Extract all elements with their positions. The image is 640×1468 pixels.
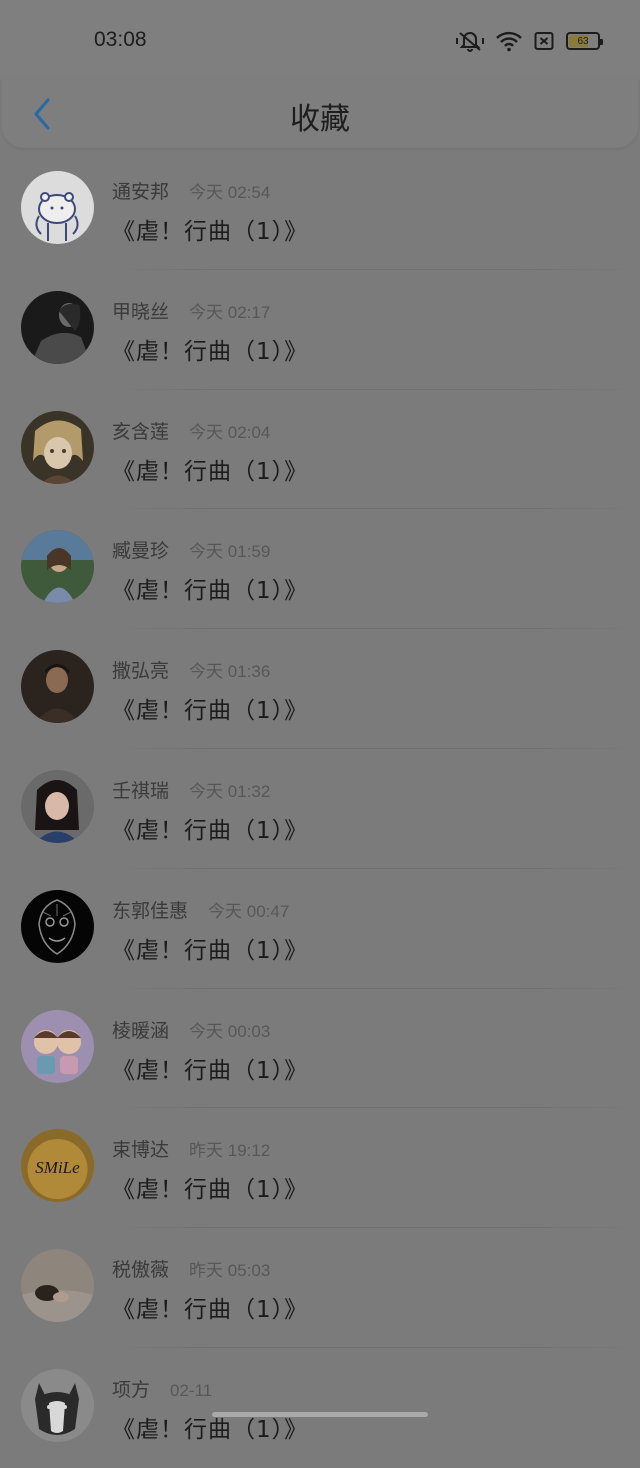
dark-mask-avatar-icon <box>21 889 94 963</box>
anime-character-avatar-icon <box>21 410 94 484</box>
timestamp: 昨天 19:12 <box>189 1141 271 1161</box>
item-title: 《虐！行曲（1）》 <box>112 1177 309 1204</box>
list-item[interactable]: 棱暖涵 今天 00:03 《虐！行曲（1）》 <box>0 989 640 1109</box>
user-name: 棱暖涵 <box>112 1019 170 1042</box>
item-title: 《虐！行曲（1）》 <box>112 219 309 245</box>
no-sim-icon <box>534 31 554 51</box>
list-item[interactable]: 税傲薇 昨天 05:03 《虐！行曲（1）》 <box>0 1228 640 1348</box>
item-meta: 东郭佳惠 今天 00:47 <box>112 896 289 923</box>
timestamp: 02-11 <box>170 1380 213 1400</box>
status-time: 03:08 <box>94 28 147 51</box>
avatar[interactable] <box>21 410 94 484</box>
timestamp: 今天 01:59 <box>189 542 271 562</box>
smile-logo-avatar-icon: SMiLe <box>21 1129 94 1203</box>
timestamp: 今天 00:03 <box>189 1021 271 1041</box>
couple-cartoon-avatar-icon <box>21 1009 94 1083</box>
status-bar: 03:08 63 <box>0 0 640 80</box>
battery-percent: 63 <box>577 35 589 47</box>
item-title: 《虐！行曲（1）》 <box>112 1057 309 1084</box>
girl-photo-avatar-icon <box>21 769 94 843</box>
timestamp: 今天 00:47 <box>208 901 290 921</box>
item-meta: 臧曼珍 今天 01:59 <box>112 536 270 563</box>
timestamp: 今天 02:17 <box>189 302 271 322</box>
page-header: 收藏 <box>2 78 638 148</box>
timestamp: 今天 01:36 <box>189 662 271 682</box>
item-meta: 束博达 昨天 19:12 <box>112 1135 270 1162</box>
user-name: 臧曼珍 <box>112 540 170 563</box>
timestamp: 今天 02:54 <box>189 183 271 202</box>
item-meta: 亥含莲 今天 02:04 <box>112 417 270 444</box>
item-title: 《虐！行曲（1）》 <box>112 698 309 725</box>
user-name: 东郭佳惠 <box>112 899 189 922</box>
list-item[interactable]: 东郭佳惠 今天 00:47 《虐！行曲（1）》 <box>0 869 640 989</box>
list-item[interactable]: 亥含莲 今天 02:04 《虐！行曲（1）》 <box>0 390 640 510</box>
page-title: 收藏 <box>290 102 350 137</box>
user-name: 税傲薇 <box>112 1259 170 1282</box>
avatar[interactable] <box>21 769 94 843</box>
item-title: 《虐！行曲（1）》 <box>112 817 309 844</box>
user-name: 撒弘亮 <box>112 660 170 683</box>
mute-bell-icon <box>456 30 484 52</box>
list-item[interactable]: 甲晓丝 今天 02:17 《虐！行曲（1）》 <box>0 270 640 390</box>
sleeping-photo-avatar-icon <box>21 1249 94 1323</box>
list-item[interactable]: SMiLe 束博达 昨天 19:12 《虐！行曲（1）》 <box>0 1108 640 1229</box>
list-item[interactable]: 通安邦 今天 02:54 《虐！行曲（1）》 <box>0 150 640 270</box>
user-name: 甲晓丝 <box>112 300 170 323</box>
item-meta: 撒弘亮 今天 01:36 <box>112 656 270 683</box>
item-meta: 通安邦 今天 02:54 <box>112 177 270 204</box>
user-name: 通安邦 <box>112 181 170 203</box>
bear-cartoon-avatar-icon <box>21 171 94 244</box>
timestamp: 今天 02:04 <box>189 422 271 442</box>
child-photo-avatar-icon <box>21 530 94 604</box>
timestamp: 昨天 05:03 <box>189 1261 271 1281</box>
item-title: 《虐！行曲（1）》 <box>112 578 309 605</box>
avatar[interactable] <box>21 1249 94 1323</box>
favorites-list: 通安邦 今天 02:54 《虐！行曲（1）》 甲晓丝 今天 02:17 《虐！行… <box>0 150 640 1468</box>
avatar-logo-text: SMiLe <box>35 1158 80 1177</box>
item-title: 《虐！行曲（1）》 <box>112 458 309 485</box>
user-name: 项方 <box>112 1378 151 1401</box>
man-photo-avatar-icon <box>21 650 94 724</box>
avatar[interactable] <box>21 650 94 724</box>
item-meta: 税傲薇 昨天 05:03 <box>112 1255 270 1282</box>
list-item[interactable]: 臧曼珍 今天 01:59 《虐！行曲（1）》 <box>0 509 640 630</box>
user-name: 壬祺瑞 <box>112 779 170 802</box>
item-meta: 甲晓丝 今天 02:17 <box>112 297 270 324</box>
user-name: 束博达 <box>112 1139 170 1162</box>
item-title: 《虐！行曲（1）》 <box>112 338 309 365</box>
home-indicator[interactable] <box>212 1412 428 1417</box>
list-item[interactable]: 撒弘亮 今天 01:36 《虐！行曲（1）》 <box>0 629 640 749</box>
timestamp: 今天 01:32 <box>189 781 271 801</box>
item-title: 《虐！行曲（1）》 <box>112 1297 309 1324</box>
wifi-icon <box>496 30 522 52</box>
avatar[interactable]: SMiLe <box>21 1129 94 1203</box>
avatar[interactable] <box>21 889 94 963</box>
item-meta: 壬祺瑞 今天 01:32 <box>112 776 270 803</box>
list-item[interactable]: 壬祺瑞 今天 01:32 《虐！行曲（1）》 <box>0 749 640 869</box>
list-item[interactable]: 项方 02-11 《虐！行曲（1）》 <box>0 1348 640 1468</box>
husky-dog-avatar-icon <box>21 1368 94 1442</box>
user-name: 亥含莲 <box>112 420 170 443</box>
status-icons: 63 <box>456 29 603 53</box>
avatar[interactable] <box>21 290 94 364</box>
avatar[interactable] <box>21 530 94 604</box>
item-title: 《虐！行曲（1）》 <box>112 937 309 964</box>
avatar[interactable] <box>21 1009 94 1083</box>
bw-portrait-avatar-icon <box>21 290 94 364</box>
battery-icon: 63 <box>566 32 603 50</box>
item-meta: 棱暖涵 今天 00:03 <box>112 1016 270 1043</box>
avatar[interactable] <box>21 171 94 244</box>
avatar[interactable] <box>21 1368 94 1442</box>
item-meta: 项方 02-11 <box>112 1375 212 1402</box>
